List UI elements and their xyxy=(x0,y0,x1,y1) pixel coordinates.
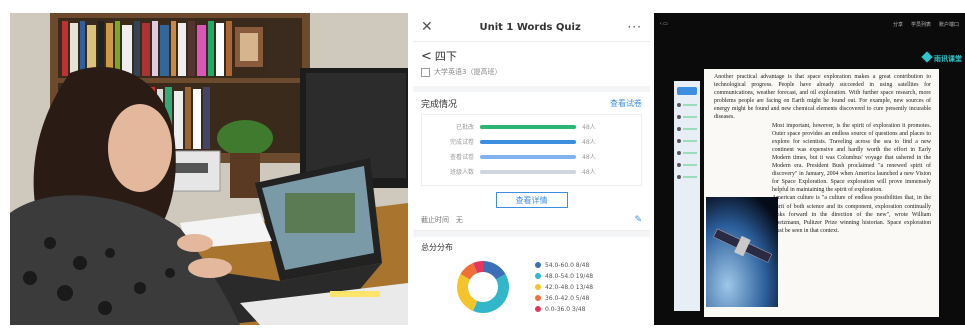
score-distribution: 54.0-60.0 8/48 48.0-54.0 19/48 42.0-48.0 1… xyxy=(413,257,650,317)
completion-bar xyxy=(480,169,576,174)
completion-title: 完成情况 xyxy=(421,99,458,110)
score-donut-chart xyxy=(457,261,509,313)
legend-label: 0.0-36.0 3/48 xyxy=(545,305,586,313)
legend-item: 54.0-60.0 8/48 xyxy=(535,260,593,271)
legend-label: 36.0-42.0 5/48 xyxy=(545,294,590,302)
completion-bar xyxy=(480,139,576,144)
completion-row-count: 48人 xyxy=(582,139,596,146)
legend-item: 48.0-54.0 19/48 xyxy=(535,271,593,282)
satellite-image xyxy=(706,197,778,307)
completion-row-label: 已批改 xyxy=(455,124,474,131)
legend-swatch xyxy=(535,306,541,312)
legend-item: 36.0-42.0 5/48 xyxy=(535,293,593,304)
completion-row-count: 48人 xyxy=(582,124,596,131)
view-details-button[interactable]: 查看详情 xyxy=(495,192,568,208)
legend-item: 42.0-48.0 13/48 xyxy=(535,282,593,293)
brand-logo: 雨讯课堂 xyxy=(921,51,962,64)
completion-header: 完成情况 查看试卷 xyxy=(413,92,650,114)
back-small-icon[interactable]: ‹ ▭ xyxy=(660,21,668,27)
completion-row-count: 48人 xyxy=(582,154,596,161)
completion-stats: 已批改 48人 完成试卷 48人 查看试卷 48人 班级人数 48人 xyxy=(421,114,642,186)
legend-swatch xyxy=(535,284,541,290)
completion-row-label: 班级人数 xyxy=(449,169,474,176)
completion-row: 班级人数 48人 xyxy=(422,164,641,179)
deadline-row: 截止时间 无 ✎ xyxy=(413,210,650,231)
quiz-phone-screen: ✕ Unit 1 Words Quiz ··· < 四下 大学英语3（提高班） … xyxy=(413,13,650,325)
completion-row-count: 48人 xyxy=(582,169,596,176)
quiz-title: Unit 1 Words Quiz xyxy=(479,21,581,33)
legend-swatch xyxy=(535,295,541,301)
teacher-photo-illustration xyxy=(10,13,408,325)
sidebar-action-button[interactable] xyxy=(677,87,697,95)
completion-row-label: 完成试卷 xyxy=(449,139,474,146)
student-list-sidebar xyxy=(674,81,700,311)
completion-row: 完成试卷 48人 xyxy=(422,134,641,149)
calendar-icon xyxy=(421,67,430,77)
paragraph-1: Another practical advantage is that spac… xyxy=(714,74,931,121)
deadline-label: 截止时间 xyxy=(421,216,449,224)
deadline-value: 无 xyxy=(455,216,463,224)
donut-slice xyxy=(473,274,509,313)
chevron-left-icon[interactable]: < xyxy=(421,49,432,64)
edit-pencil-icon[interactable]: ✎ xyxy=(634,215,642,225)
legend-item: 0.0-36.0 3/48 xyxy=(535,304,593,315)
document-page: Another practical advantage is that spac… xyxy=(704,69,939,317)
class-name: 大学英语3（提高班） xyxy=(434,68,502,76)
completion-row: 已批改 48人 xyxy=(422,119,641,134)
back-nav[interactable]: < 四下 xyxy=(413,46,650,66)
legend-swatch xyxy=(535,273,541,279)
score-legend: 54.0-60.0 8/48 48.0-54.0 19/48 42.0-48.0 1… xyxy=(535,260,593,315)
close-icon[interactable]: ✕ xyxy=(421,19,433,35)
donut-slice xyxy=(457,274,478,312)
more-options-icon[interactable]: ··· xyxy=(628,20,642,34)
phone-top-bar: ✕ Unit 1 Words Quiz ··· xyxy=(413,13,650,42)
completion-bar xyxy=(480,154,576,159)
screen-top-bar: ‹ ▭ 分享 学员列表 账户端口 xyxy=(654,13,965,35)
legend-label: 48.0-54.0 19/48 xyxy=(545,272,594,280)
legend-label: 54.0-60.0 8/48 xyxy=(545,261,590,269)
completion-row-label: 查看试卷 xyxy=(449,154,474,161)
view-paper-link[interactable]: 查看试卷 xyxy=(610,98,642,109)
completion-row: 查看试卷 48人 xyxy=(422,149,641,164)
paragraph-2: Most important, however, is the spirit o… xyxy=(772,122,931,194)
legend-label: 42.0-48.0 13/48 xyxy=(545,283,594,291)
teacher-photo xyxy=(10,13,408,325)
completion-bar xyxy=(480,124,576,129)
screen-toolbar-item[interactable]: 账户端口 xyxy=(939,21,959,28)
legend-swatch xyxy=(535,262,541,268)
screen-toolbar-item[interactable]: 学员列表 xyxy=(911,21,931,28)
back-label: 四下 xyxy=(434,50,457,63)
screen-share-view: ‹ ▭ 分享 学员列表 账户端口 雨讯课堂 Another practical … xyxy=(654,13,965,325)
class-info: 大学英语3（提高班） xyxy=(413,66,650,78)
screen-toolbar-item[interactable]: 分享 xyxy=(893,21,903,28)
score-distribution-title: 总分分布 xyxy=(421,242,453,252)
